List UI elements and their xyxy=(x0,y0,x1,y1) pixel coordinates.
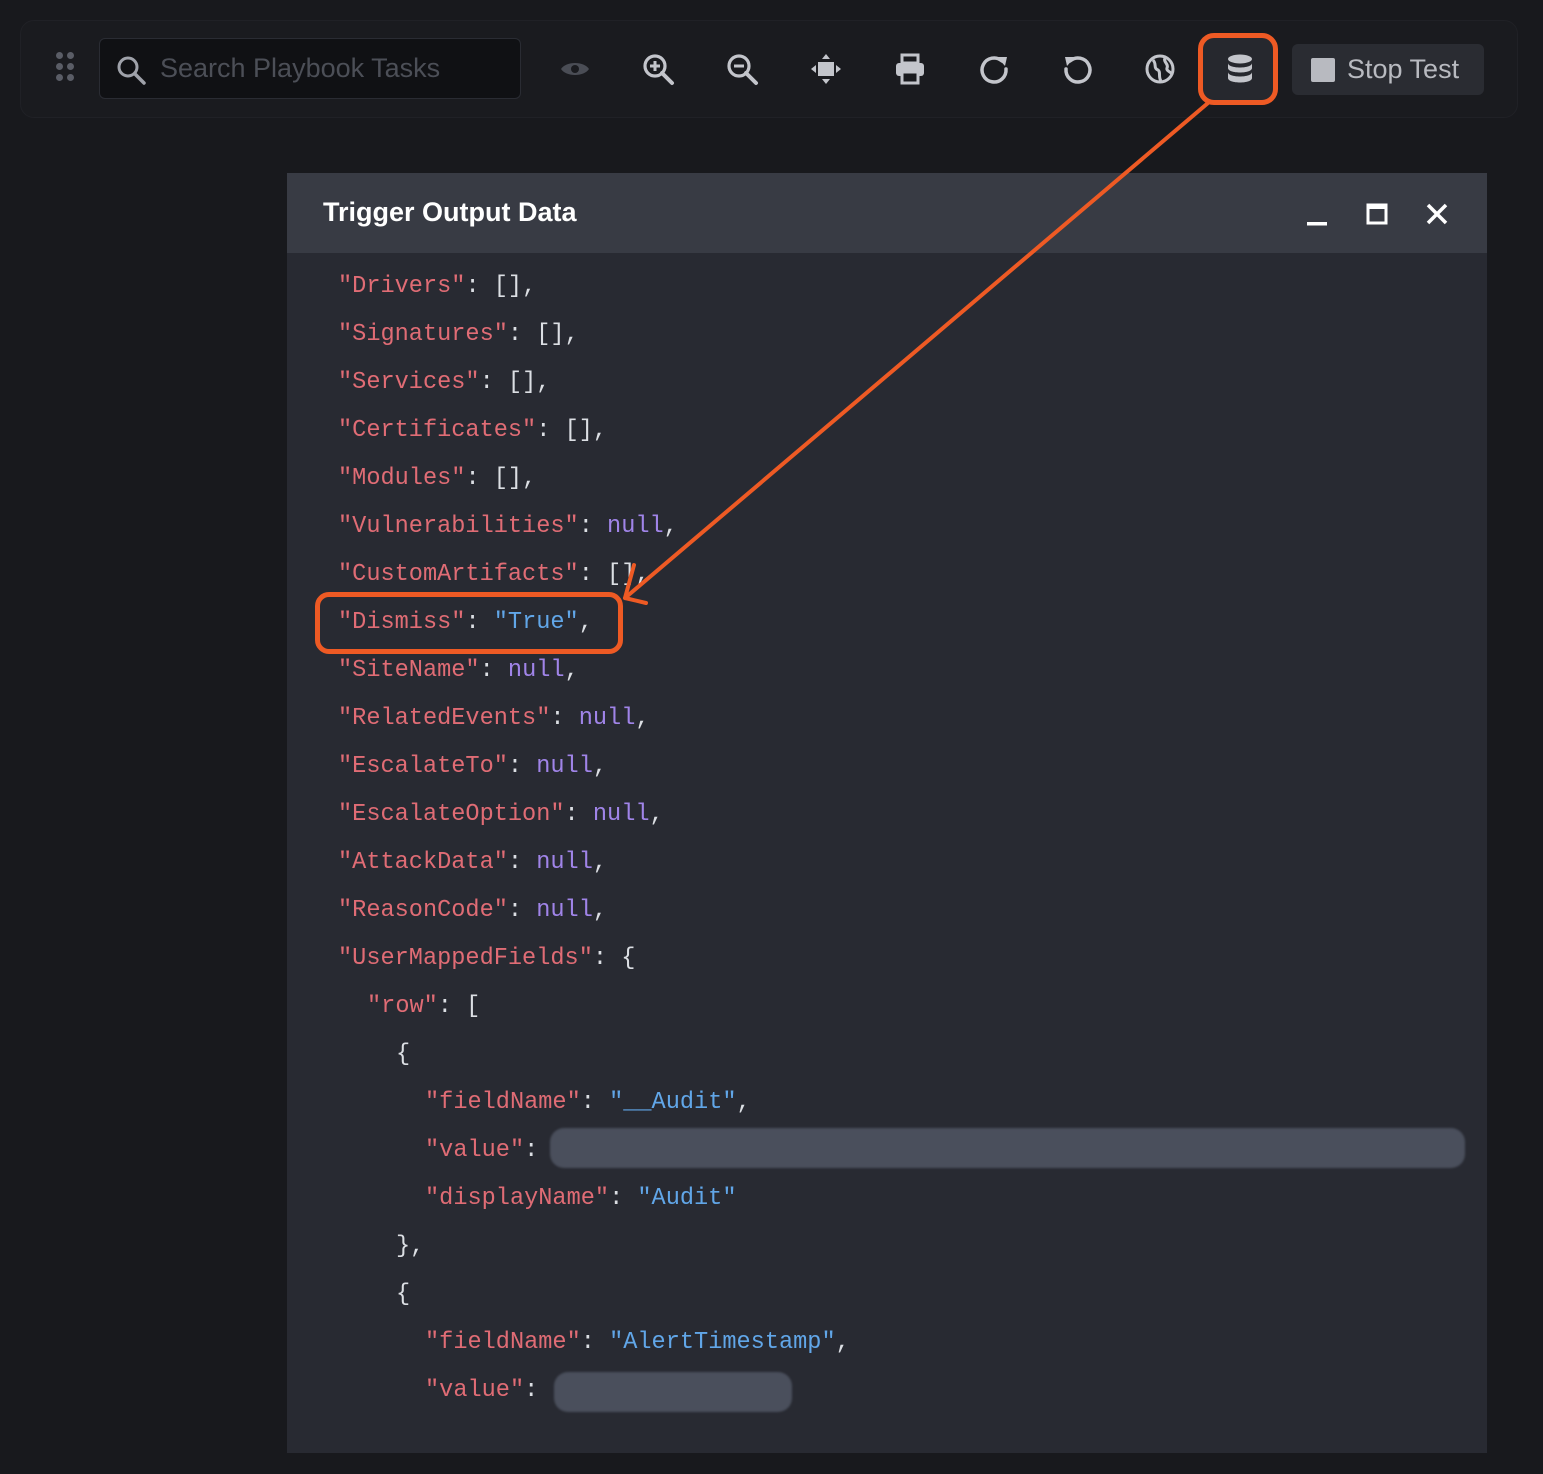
code-line-customartifacts: "CustomArtifacts": [], xyxy=(338,561,650,588)
zoom-in-icon xyxy=(643,54,674,85)
code-line-row: "row": [ xyxy=(367,993,481,1020)
stop-test-label: Stop Test xyxy=(1347,54,1460,84)
redacted-value xyxy=(550,1128,1465,1168)
trigger-output-modal: Trigger Output Data "Drivers": [], "Sign… xyxy=(287,173,1487,1453)
dismiss-line-highlight xyxy=(315,592,623,654)
eye-icon xyxy=(561,63,589,75)
globe-icon xyxy=(1145,54,1175,84)
globe-button[interactable] xyxy=(1140,49,1180,89)
close-icon[interactable] xyxy=(1420,197,1454,231)
code-line-services: "Services": [], xyxy=(338,369,551,396)
trigger-output-data-button[interactable] xyxy=(1220,49,1260,89)
zoom-out-button[interactable] xyxy=(722,49,762,89)
code-line-value-alerttimestamp: "value": xyxy=(425,1377,553,1404)
code-line-certificates: "Certificates": [], xyxy=(338,417,608,444)
fit-screen-icon xyxy=(811,54,841,84)
database-icon xyxy=(1228,54,1252,83)
code-line-reasoncode: "ReasonCode": null, xyxy=(338,897,608,924)
code-line-sitename: "SiteName": null, xyxy=(338,657,579,684)
code-line-escalateto: "EscalateTo": null, xyxy=(338,753,608,780)
code-line-modules: "Modules": [], xyxy=(338,465,537,492)
modal-header: Trigger Output Data xyxy=(287,173,1487,253)
fit-screen-button[interactable] xyxy=(806,49,846,89)
zoom-out-icon xyxy=(727,54,758,85)
code-line-displayname-audit: "displayName": "Audit" xyxy=(425,1185,737,1212)
code-line-close-brace: }, xyxy=(396,1233,425,1260)
print-button[interactable] xyxy=(890,49,930,89)
search-input[interactable] xyxy=(160,39,510,98)
search-icon xyxy=(117,56,146,85)
search-box xyxy=(99,38,521,99)
print-icon xyxy=(896,53,924,85)
code-line-drivers: "Drivers": [], xyxy=(338,273,537,300)
rotate-clockwise-button[interactable] xyxy=(974,49,1014,89)
stop-icon xyxy=(1311,57,1335,82)
code-line-open-brace-2: { xyxy=(396,1281,411,1308)
drag-handle-icon[interactable] xyxy=(56,52,78,86)
zoom-in-button[interactable] xyxy=(638,49,678,89)
json-output: "Drivers": [], "Signatures": [], "Servic… xyxy=(287,253,1487,1453)
code-line-escalateoption: "EscalateOption": null, xyxy=(338,801,664,828)
modal-title: Trigger Output Data xyxy=(323,197,577,227)
code-line-fieldname-audit: "fieldName": "__Audit", xyxy=(425,1089,751,1116)
code-line-vulnerabilities: "Vulnerabilities": null, xyxy=(338,513,678,540)
code-line-signatures: "Signatures": [], xyxy=(338,321,579,348)
rotate-counterclockwise-button[interactable] xyxy=(1058,49,1098,89)
code-line-fieldname-alerttimestamp: "fieldName": "AlertTimestamp", xyxy=(425,1329,850,1356)
redacted-value xyxy=(554,1372,792,1412)
maximize-icon[interactable] xyxy=(1360,197,1394,231)
code-line-open-brace-1: { xyxy=(396,1041,411,1068)
code-line-attackdata: "AttackData": null, xyxy=(338,849,608,876)
code-line-relatedevents: "RelatedEvents": null, xyxy=(338,705,650,732)
stop-test-button[interactable]: Stop Test xyxy=(1292,44,1484,95)
minimize-icon[interactable] xyxy=(1300,197,1334,231)
rotate-clockwise-icon xyxy=(980,56,1008,84)
rotate-counterclockwise-icon xyxy=(1064,56,1092,84)
view-button[interactable] xyxy=(555,49,595,89)
code-line-value-audit: "value": xyxy=(425,1137,553,1164)
code-line-usermappedfields: "UserMappedFields": { xyxy=(338,945,636,972)
